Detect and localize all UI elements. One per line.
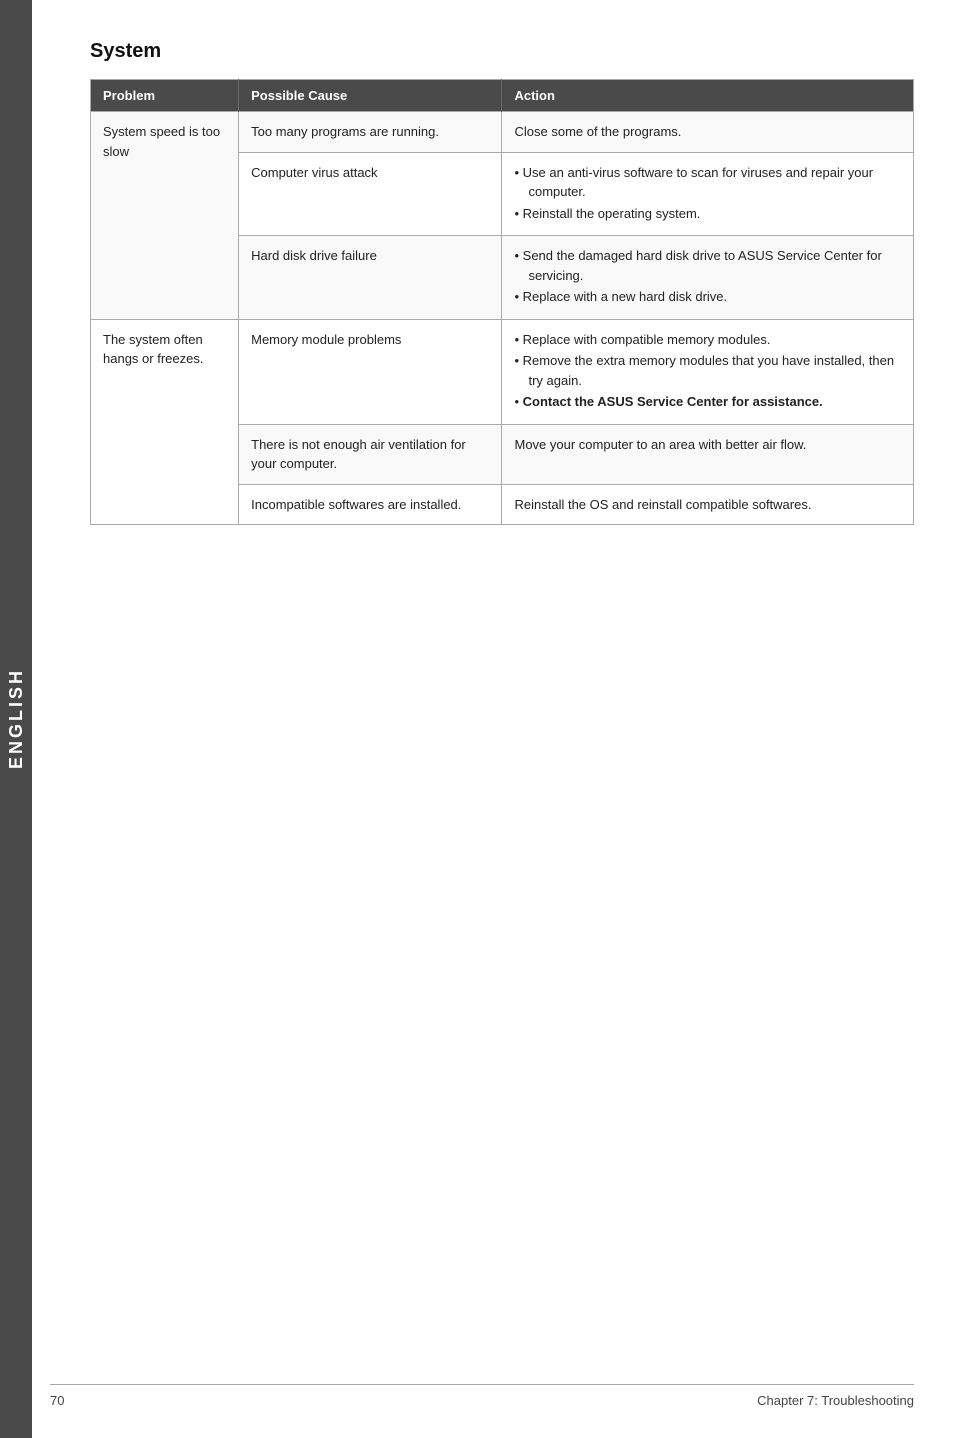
troubleshooting-table: Problem Possible Cause Action System spe… <box>90 79 914 525</box>
action-cell: Close some of the programs. <box>502 112 914 153</box>
cause-cell: Memory module problems <box>239 319 502 424</box>
sidebar-label: ENGLISH <box>6 668 27 769</box>
header-cause: Possible Cause <box>239 80 502 112</box>
cause-cell: Hard disk drive failure <box>239 236 502 320</box>
action-cell: Send the damaged hard disk drive to ASUS… <box>502 236 914 320</box>
chapter-label: Chapter 7: Troubleshooting <box>757 1393 914 1408</box>
header-action: Action <box>502 80 914 112</box>
cause-cell: Incompatible softwares are installed. <box>239 484 502 525</box>
action-cell: Replace with compatible memory modules.R… <box>502 319 914 424</box>
header-problem: Problem <box>91 80 239 112</box>
section-title: System <box>90 40 914 63</box>
table-row: The system often hangs or freezes.Memory… <box>91 319 914 424</box>
cause-cell: Too many programs are running. <box>239 112 502 153</box>
action-cell: Move your computer to an area with bette… <box>502 424 914 484</box>
cause-cell: There is not enough air ventilation for … <box>239 424 502 484</box>
problem-cell: System speed is too slow <box>91 112 239 320</box>
table-header-row: Problem Possible Cause Action <box>91 80 914 112</box>
page-number: 70 <box>50 1393 64 1408</box>
main-content: System Problem Possible Cause Action Sys… <box>50 0 954 605</box>
action-cell: Use an anti-virus software to scan for v… <box>502 152 914 236</box>
footer: 70 Chapter 7: Troubleshooting <box>50 1384 914 1408</box>
cause-cell: Computer virus attack <box>239 152 502 236</box>
problem-cell: The system often hangs or freezes. <box>91 319 239 525</box>
action-cell: Reinstall the OS and reinstall compatibl… <box>502 484 914 525</box>
table-row: System speed is too slowToo many program… <box>91 112 914 153</box>
sidebar: ENGLISH <box>0 0 32 1438</box>
